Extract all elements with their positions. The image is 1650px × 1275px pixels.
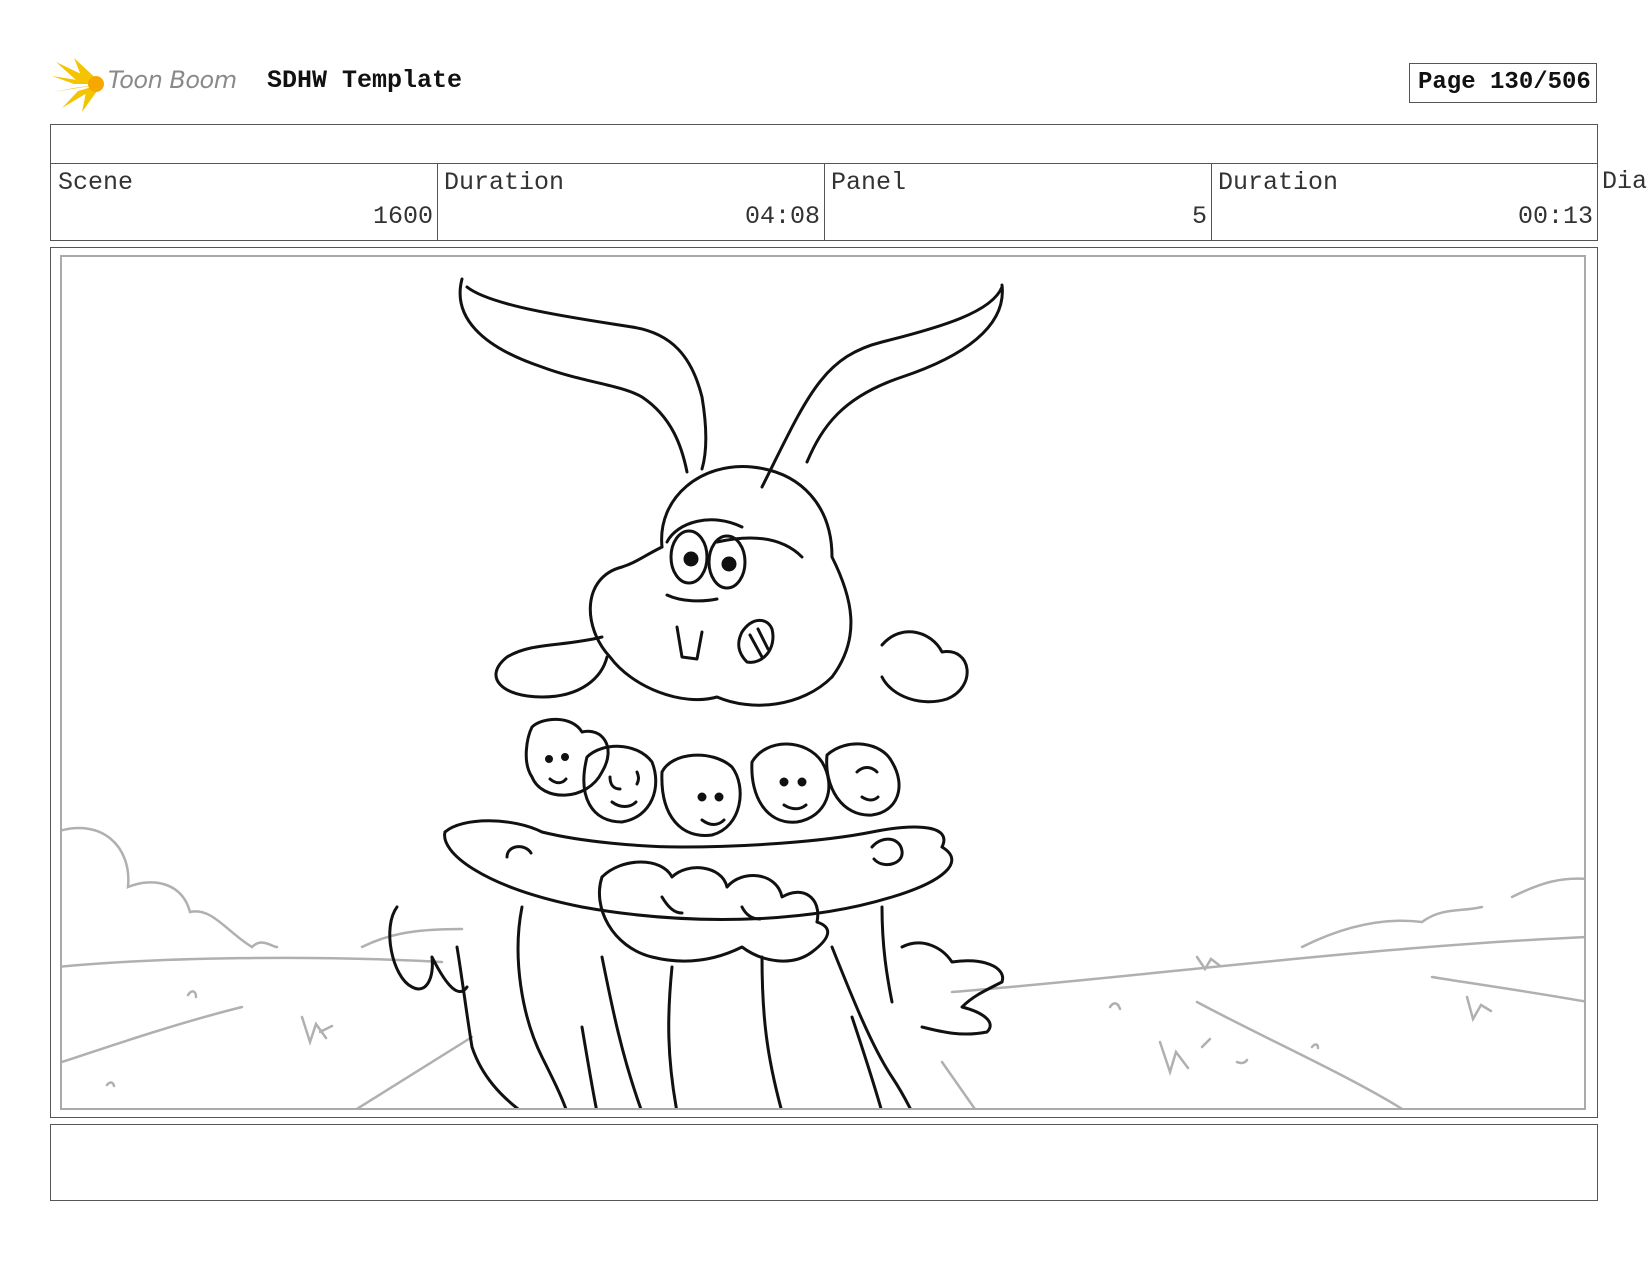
- header-strip: [50, 124, 1598, 164]
- dialogue-cell: Dia: [1598, 163, 1650, 241]
- scene-cell: Scene 1600: [50, 163, 438, 241]
- scene-duration-label: Duration: [444, 168, 565, 197]
- panel-label: Panel: [831, 168, 907, 197]
- dialogue-label: Dia: [1602, 167, 1648, 196]
- scene-label: Scene: [58, 168, 134, 197]
- info-row: Scene 1600 Duration 04:08 Panel 5 Durati…: [50, 163, 1650, 241]
- panel-cell: Panel 5: [824, 163, 1212, 241]
- storyboard-panel: [60, 255, 1586, 1110]
- sunburst-logo-icon: [52, 58, 104, 112]
- panel-duration-cell: Duration 00:13: [1211, 163, 1598, 241]
- page-number: Page 130/506: [1409, 63, 1597, 103]
- background-sketch: [62, 826, 1584, 1108]
- panel-duration-value: 00:13: [1517, 202, 1593, 231]
- scene-value: 1600: [372, 202, 433, 231]
- scene-duration-cell: Duration 04:08: [437, 163, 825, 241]
- toon-boom-logo: Toon Boom: [52, 56, 252, 114]
- panel-value: 5: [1191, 202, 1207, 231]
- scene-duration-value: 04:08: [744, 202, 820, 231]
- storyboard-sketch: [62, 277, 1584, 1108]
- panel-duration-label: Duration: [1218, 168, 1339, 197]
- document-title: SDHW Template: [267, 66, 463, 95]
- character-sketch: [388, 277, 1005, 1108]
- brand-name: Toon Boom: [108, 66, 237, 94]
- action-notes-box: [50, 1124, 1598, 1201]
